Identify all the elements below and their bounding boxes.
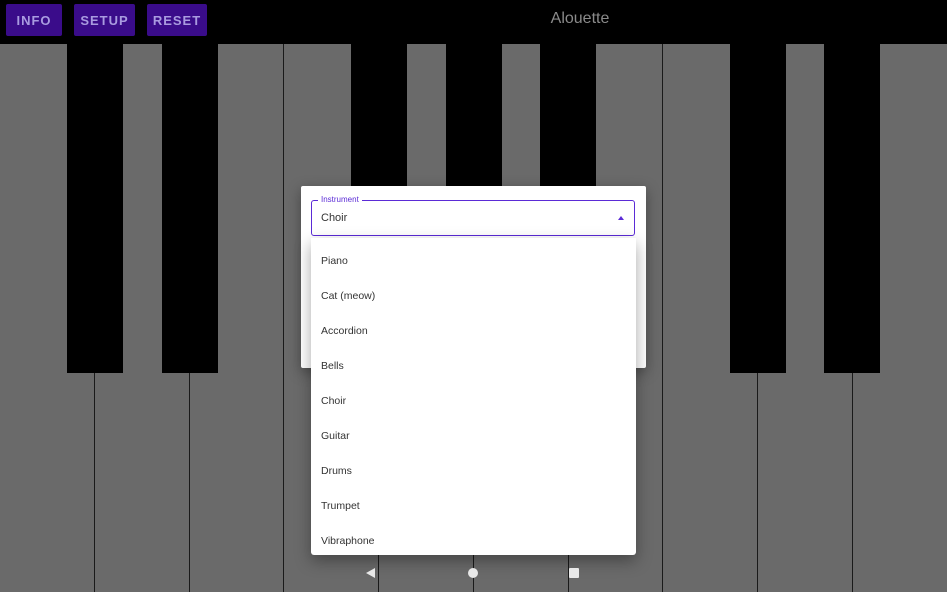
- recents-square-icon[interactable]: [569, 568, 579, 578]
- back-triangle-icon[interactable]: [366, 568, 375, 578]
- option-vibraphone[interactable]: Vibraphone: [311, 523, 636, 555]
- app-screen: INFO SETUP RESET Alouette Instrument Cho…: [0, 0, 947, 592]
- instrument-select-value: Choir: [321, 212, 348, 224]
- black-key-1[interactable]: [67, 44, 123, 373]
- option-bells[interactable]: Bells: [311, 348, 636, 383]
- instrument-select[interactable]: Instrument Choir: [311, 194, 635, 236]
- black-key-6[interactable]: [730, 44, 786, 373]
- instrument-dropdown-list: Piano Cat (meow) Accordion Bells Choir G…: [311, 238, 636, 555]
- option-accordion[interactable]: Accordion: [311, 313, 636, 348]
- info-button[interactable]: INFO: [6, 4, 62, 36]
- option-drums[interactable]: Drums: [311, 453, 636, 488]
- home-circle-icon[interactable]: [468, 568, 478, 578]
- option-cat-meow[interactable]: Cat (meow): [311, 278, 636, 313]
- caret-up-icon[interactable]: [618, 216, 624, 220]
- app-title: Alouette: [550, 10, 610, 27]
- option-choir[interactable]: Choir: [311, 383, 636, 418]
- option-trumpet[interactable]: Trumpet: [311, 488, 636, 523]
- option-piano[interactable]: Piano: [311, 243, 636, 278]
- top-toolbar: INFO SETUP RESET Alouette: [0, 0, 947, 44]
- instrument-select-label: Instrument: [318, 194, 362, 206]
- black-key-7[interactable]: [824, 44, 880, 373]
- option-guitar[interactable]: Guitar: [311, 418, 636, 453]
- black-key-2[interactable]: [162, 44, 218, 373]
- reset-button[interactable]: RESET: [147, 4, 207, 36]
- setup-button[interactable]: SETUP: [74, 4, 135, 36]
